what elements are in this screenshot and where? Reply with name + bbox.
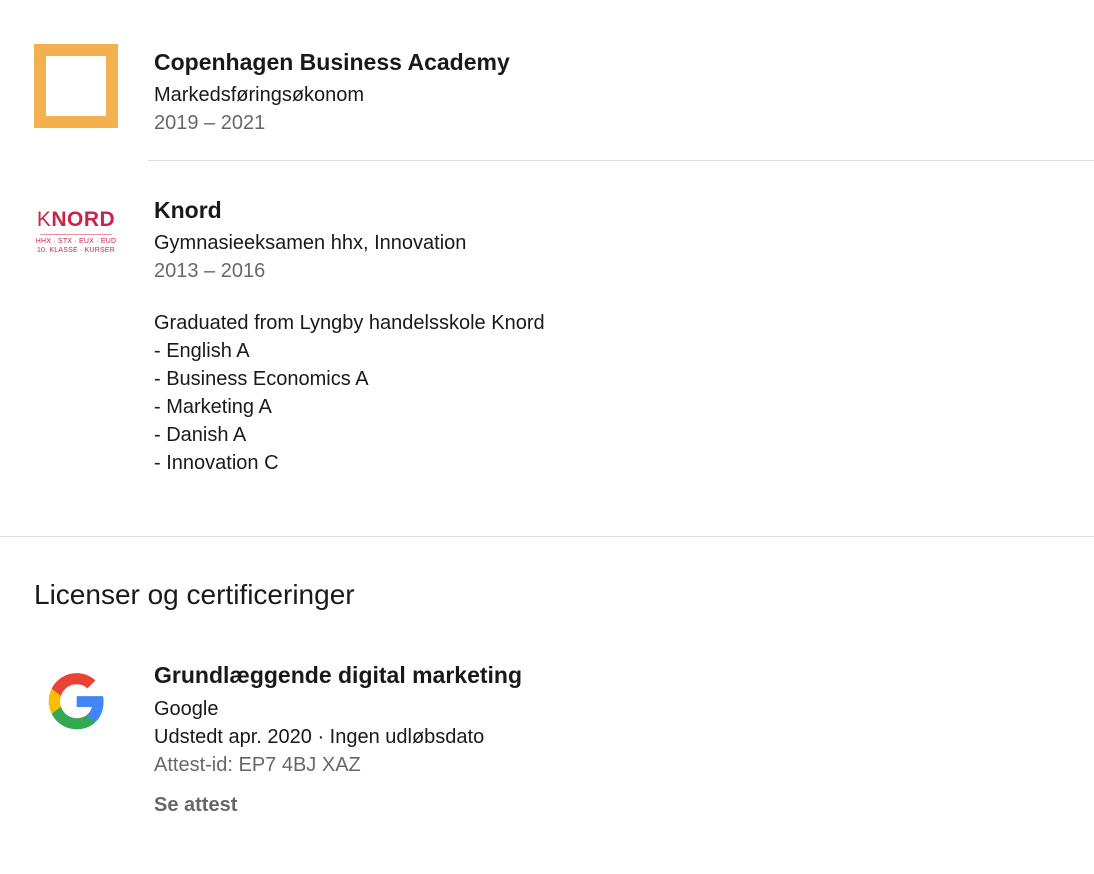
license-name[interactable]: Grundlæggende digital marketing [154,661,1074,689]
knord-logo-k: K [36,208,52,231]
degree: Markedsføringsøkonom [154,84,365,106]
cba-logo[interactable] [34,44,118,128]
divider [148,160,1094,161]
description-line: - English A [154,340,250,362]
google-g-icon [48,673,104,730]
knord-logo-line1: HHX · STX · EUX · EUD [35,238,117,245]
orange-square-logo-icon [34,44,118,128]
knord-logo[interactable]: KNORD HHX · STX · EUX · EUD 10. KLASSE ·… [34,208,118,268]
dates: 2019 – 2021 [154,112,266,134]
section-title: Licenser og certificeringer [34,579,355,610]
knord-logo-line2: 10. KLASSE · KURSER [36,247,116,254]
see-credential-button[interactable]: Se attest [154,791,237,819]
description-line: Graduated from Lyngby handelsskole Knord [154,312,545,334]
description-line: - Danish A [154,424,247,446]
knord-logo-rule [40,234,112,235]
credential-id: Attest-id: EP7 4BJ XAZ [154,754,361,776]
school-name[interactable]: Knord [154,196,1074,224]
license-issuer[interactable]: Google [154,695,1074,723]
license-issued-date: Udstedt apr. 2020 · Ingen udløbsdato [154,726,485,748]
google-logo[interactable] [34,660,118,744]
description-line: - Innovation C [154,452,279,474]
knord-logo-word: NORD [51,208,116,231]
dates: 2013 – 2016 [154,260,266,282]
description: Graduated from Lyngby handelsskole Knord… [154,309,1074,477]
description-line: - Business Economics A [154,368,369,390]
degree: Gymnasieeksamen hhx, Innovation [154,232,467,254]
school-name[interactable]: Copenhagen Business Academy [154,48,1074,76]
description-line: - Marketing A [154,396,272,418]
section-divider [0,536,1094,537]
